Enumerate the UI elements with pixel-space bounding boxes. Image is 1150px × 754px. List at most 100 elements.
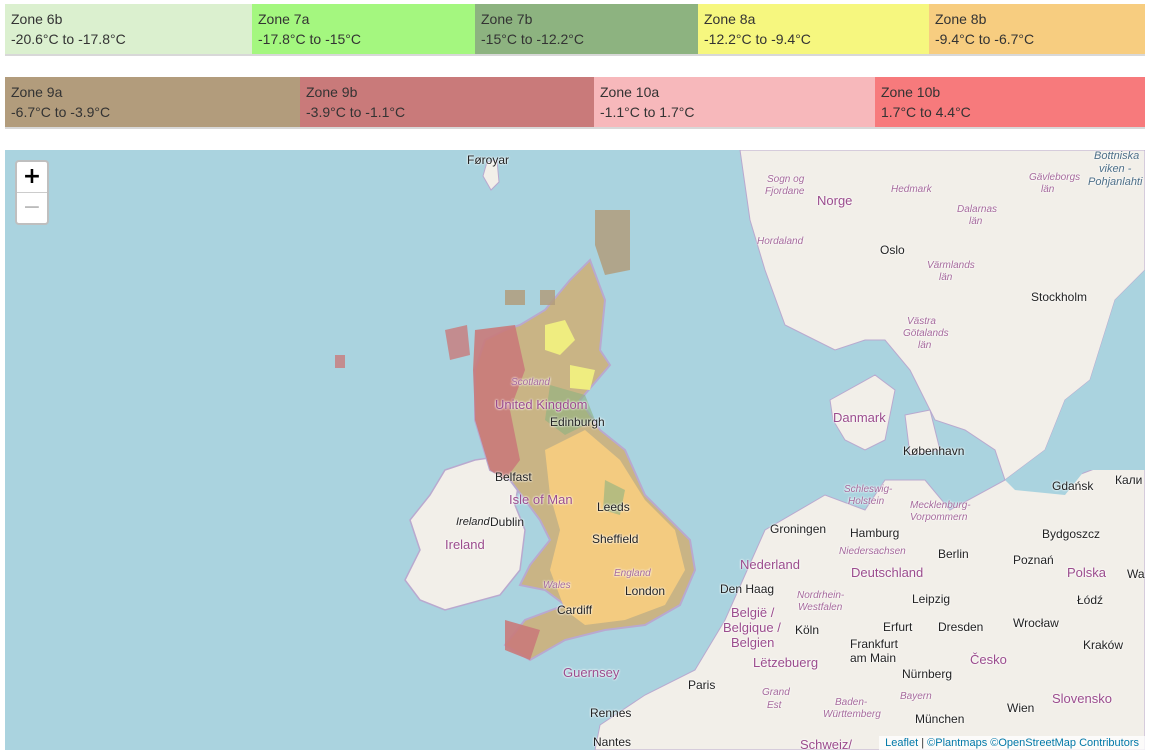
zone-range: -12.2°C to -9.4°C bbox=[704, 31, 811, 47]
label-cardiff: Cardiff bbox=[557, 603, 593, 617]
label-hamburg: Hamburg bbox=[850, 526, 900, 540]
legend-zone-10a: Zone 10a -1.1°C to 1.7°C bbox=[594, 77, 875, 127]
osm-link[interactable]: ©OpenStreetMap Contributors bbox=[990, 737, 1139, 749]
label-gotalands: Götalands bbox=[903, 328, 949, 339]
label-gavleborgs-lan: län bbox=[1041, 184, 1055, 195]
label-holstein: Holstein bbox=[848, 496, 885, 507]
zone-name: Zone 9b bbox=[306, 84, 358, 100]
zone-name: Zone 6b bbox=[11, 11, 63, 27]
label-grand: Grand bbox=[762, 687, 790, 698]
label-wien: Wien bbox=[1007, 701, 1035, 715]
label-wales: Wales bbox=[543, 580, 571, 591]
label-rennes: Rennes bbox=[590, 706, 632, 720]
label-kaliningrad: Кали bbox=[1115, 473, 1143, 487]
label-dublin: Dublin bbox=[490, 515, 525, 529]
label-wroclaw: Wrocław bbox=[1013, 616, 1059, 630]
zoom-control: + − bbox=[15, 160, 49, 225]
label-varmlands: Värmlands bbox=[927, 260, 975, 271]
label-schleswig: Schleswig- bbox=[844, 484, 893, 495]
hardiness-map[interactable]: + − Føroyar Norge Oslo Stockholm Danmark… bbox=[5, 150, 1145, 750]
legend-zone-10b: Zone 10b 1.7°C to 4.4°C bbox=[875, 77, 1145, 127]
label-stockholm: Stockholm bbox=[1031, 290, 1088, 304]
label-oslo: Oslo bbox=[880, 243, 905, 257]
label-dresden: Dresden bbox=[938, 620, 984, 634]
label-leeds: Leeds bbox=[597, 500, 630, 514]
label-england: England bbox=[614, 568, 651, 579]
label-sheffield: Sheffield bbox=[592, 532, 639, 546]
zone-range: -20.6°C to -17.8°C bbox=[11, 31, 126, 47]
label-norge: Norge bbox=[817, 193, 853, 208]
label-munchen: München bbox=[915, 712, 965, 726]
label-leipzig: Leipzig bbox=[912, 592, 951, 606]
zone-name: Zone 9a bbox=[11, 84, 63, 100]
zone-name: Zone 10b bbox=[881, 84, 941, 100]
zone-range: -9.4°C to -6.7°C bbox=[935, 31, 1035, 47]
label-wurttemberg: Württemberg bbox=[823, 709, 881, 720]
label-danmark: Danmark bbox=[833, 410, 886, 425]
label-mecklenburg: Mecklenburg- bbox=[910, 500, 971, 511]
label-bydgoszcz: Bydgoszcz bbox=[1042, 527, 1101, 541]
zone-9b-isle bbox=[335, 325, 470, 368]
plantmaps-link[interactable]: ©Plantmaps bbox=[927, 737, 987, 749]
label-groningen: Groningen bbox=[770, 522, 827, 536]
legend-zone-7a: Zone 7a -17.8°C to -15°C bbox=[252, 4, 475, 54]
label-niedersachsen: Niedersachsen bbox=[839, 546, 906, 557]
legend-zone-7b: Zone 7b -15°C to -12.2°C bbox=[475, 4, 698, 54]
label-krakow: Kraków bbox=[1083, 638, 1124, 652]
zoom-out-button[interactable]: − bbox=[17, 192, 47, 223]
label-paris: Paris bbox=[688, 678, 716, 692]
label-belfast: Belfast bbox=[495, 470, 532, 484]
label-frankfurt: Frankfurt bbox=[850, 637, 899, 651]
label-hedmark: Hedmark bbox=[891, 184, 932, 195]
label-bayern: Bayern bbox=[900, 691, 932, 702]
label-edinburgh: Edinburgh bbox=[550, 415, 605, 429]
label-nurnberg: Nürnberg bbox=[902, 667, 953, 681]
label-koln: Köln bbox=[795, 623, 820, 637]
label-letzebuerg: Lëtzebuerg bbox=[753, 655, 819, 670]
label-gotalands-lan: län bbox=[918, 340, 932, 351]
label-gdansk: Gdańsk bbox=[1052, 479, 1094, 493]
zone-range: -3.9°C to -1.1°C bbox=[306, 104, 406, 120]
label-dalarnas-lan: län bbox=[969, 216, 983, 227]
label-vastra: Västra bbox=[907, 316, 936, 327]
legend-zone-8b: Zone 8b -9.4°C to -6.7°C bbox=[929, 4, 1145, 54]
legend-row-2: Zone 9a -6.7°C to -3.9°C Zone 9b -3.9°C to … bbox=[5, 77, 1145, 129]
label-belgien: Belgien bbox=[731, 635, 775, 650]
legend-zone-6b: Zone 6b -20.6°C to -17.8°C bbox=[5, 4, 252, 54]
label-london: London bbox=[625, 584, 666, 598]
attribution-separator: | bbox=[918, 737, 928, 749]
label-lodz: Łódź bbox=[1077, 593, 1104, 607]
leaflet-link[interactable]: Leaflet bbox=[885, 737, 918, 749]
legend-zone-9b: Zone 9b -3.9°C to -1.1°C bbox=[300, 77, 594, 127]
label-ireland-name: Ireland bbox=[456, 516, 490, 528]
label-poznan: Poznań bbox=[1013, 553, 1054, 567]
legend-zone-9a: Zone 9a -6.7°C to -3.9°C bbox=[5, 77, 300, 127]
label-polska: Polska bbox=[1067, 565, 1107, 580]
label-est: Est bbox=[767, 700, 782, 711]
label-nederland: Nederland bbox=[740, 557, 800, 572]
label-deutschland: Deutschland bbox=[851, 565, 924, 580]
label-nantes: Nantes bbox=[593, 735, 632, 749]
label-sogn: Sogn og bbox=[767, 174, 805, 185]
label-frankfurt-am-main: am Main bbox=[850, 651, 897, 665]
zone-range: -6.7°C to -3.9°C bbox=[11, 104, 111, 120]
label-berlin: Berlin bbox=[938, 547, 969, 561]
label-bottniska: Bottniska bbox=[1094, 150, 1140, 162]
label-vorpommern: Vorpommern bbox=[910, 512, 968, 523]
label-foroyar: Føroyar bbox=[467, 153, 509, 167]
label-viken: viken - bbox=[1099, 163, 1132, 175]
label-varmlands-lan: län bbox=[939, 272, 953, 283]
zone-range: -1.1°C to 1.7°C bbox=[600, 104, 695, 120]
label-gavleborgs: Gävleborgs bbox=[1029, 172, 1081, 183]
zoom-in-button[interactable]: + bbox=[17, 162, 47, 192]
zone-name: Zone 7b bbox=[481, 11, 533, 27]
label-belgique: Belgique / bbox=[723, 620, 781, 635]
label-den-haag: Den Haag bbox=[720, 582, 775, 596]
label-guernsey: Guernsey bbox=[563, 665, 620, 680]
zone-name: Zone 10a bbox=[600, 84, 660, 100]
label-united-kingdom: United Kingdom bbox=[495, 397, 588, 412]
zone-name: Zone 8b bbox=[935, 11, 987, 27]
label-scotland: Scotland bbox=[511, 377, 550, 388]
label-hordaland: Hordaland bbox=[757, 236, 804, 247]
label-erfurt: Erfurt bbox=[883, 620, 913, 634]
